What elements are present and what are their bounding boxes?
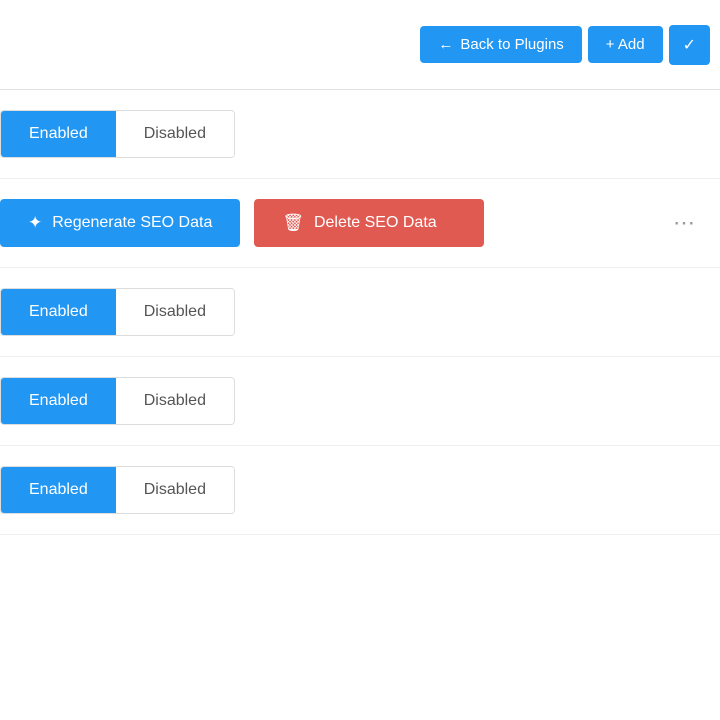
add-button-label: + Add [606,36,645,53]
toggle-group-1: Enabled Disabled [0,110,235,158]
toggle-group-4: Enabled Disabled [0,466,235,514]
toggle-row-4: Enabled Disabled [0,446,720,535]
toggle-row-1: Enabled Disabled [0,90,720,179]
more-options-icon[interactable]: ⋯ [668,207,700,239]
page-wrapper: ← Back to Plugins + Add ✓ Enabled Disabl… [0,0,720,720]
enabled-button-2[interactable]: Enabled [1,289,116,335]
back-button-label: Back to Plugins [460,36,563,53]
toggle-group-2: Enabled Disabled [0,288,235,336]
main-content: Enabled Disabled ✦ Regenerate SEO Data 🗑… [0,90,720,535]
action-row: ✦ Regenerate SEO Data 🗑 Delete SEO Data … [0,179,720,268]
regenerate-icon: ✦ [28,213,42,233]
delete-seo-button[interactable]: 🗑 Delete SEO Data [254,199,484,247]
back-arrow-icon: ← [438,36,453,53]
disabled-button-4[interactable]: Disabled [116,467,234,513]
add-button[interactable]: + Add [588,26,663,63]
toggle-row-2: Enabled Disabled [0,268,720,357]
trash-icon: 🗑 [282,213,304,233]
toggle-group-3: Enabled Disabled [0,377,235,425]
toggle-row-3: Enabled Disabled [0,357,720,446]
regenerate-label: Regenerate SEO Data [52,214,212,232]
top-bar: ← Back to Plugins + Add ✓ [0,0,720,90]
disabled-button-3[interactable]: Disabled [116,378,234,424]
regenerate-seo-button[interactable]: ✦ Regenerate SEO Data [0,199,240,247]
delete-label: Delete SEO Data [314,214,437,232]
disabled-button-2[interactable]: Disabled [116,289,234,335]
check-button[interactable]: ✓ [669,25,710,65]
check-icon: ✓ [683,35,696,55]
enabled-button-4[interactable]: Enabled [1,467,116,513]
disabled-button-1[interactable]: Disabled [116,111,234,157]
enabled-button-3[interactable]: Enabled [1,378,116,424]
back-to-plugins-button[interactable]: ← Back to Plugins [420,26,581,63]
enabled-button-1[interactable]: Enabled [1,111,116,157]
